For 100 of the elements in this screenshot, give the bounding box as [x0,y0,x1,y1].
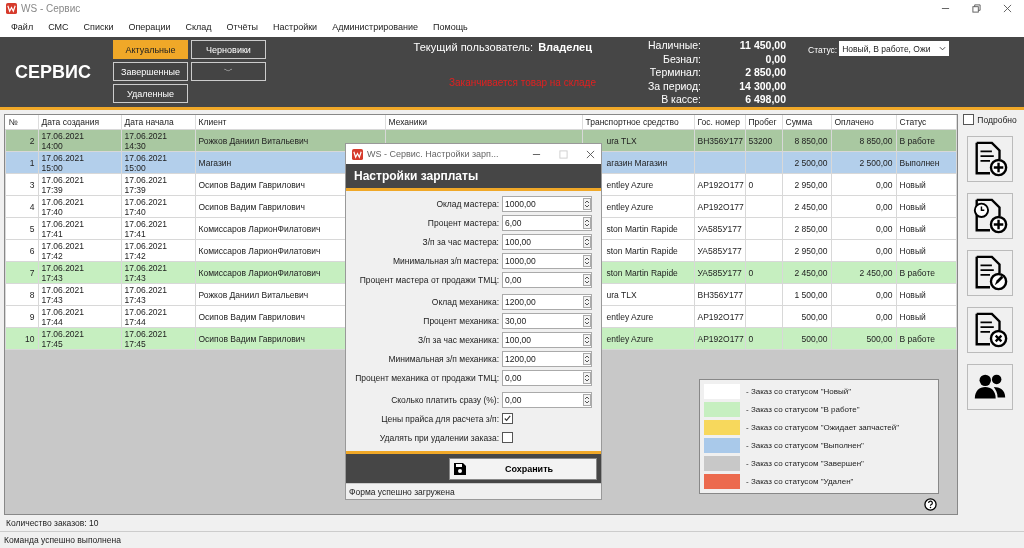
table-cell: 2 950,00 [782,173,831,196]
table-cell: Новый [896,217,957,240]
status-dropdown[interactable]: Новый, В работе, Ожи [839,41,950,56]
table-cell: Выполнен [896,151,957,174]
total-label: В кассе: [660,93,701,107]
new-order-button[interactable] [967,136,1013,182]
column-header[interactable]: Механики [385,115,582,130]
number-field[interactable]: 1200,00 [502,351,592,367]
dropdown-button[interactable]: ﹀ [191,62,266,81]
number-field[interactable]: 1000,00 [502,196,592,212]
table-cell: 17.06.2021 14:30 [124,130,168,151]
scheduled-order-button[interactable] [967,193,1013,239]
number-field[interactable]: 0,00 [502,392,592,408]
column-header[interactable]: Пробег [745,115,782,130]
spinner-arrows-icon[interactable] [583,372,591,384]
filter-button[interactable]: Удаленные [113,84,188,103]
spinner-arrows-icon[interactable] [583,394,591,406]
checkbox[interactable] [963,114,975,125]
table-cell: 0 [745,261,782,284]
spinner-arrows-icon[interactable] [583,236,591,248]
menu-item[interactable]: Настройки [273,22,318,32]
table-cell: 17.06.2021 17:41 [41,218,85,239]
table-cell: ВН356У177 [694,129,745,152]
field-label: З/п за час мастера: [421,237,500,247]
column-header[interactable]: № [5,115,38,130]
number-field[interactable]: 1000,00 [502,253,592,269]
table-cell: 1 500,00 [782,283,831,306]
column-header[interactable]: Оплачено [831,115,896,130]
number-field[interactable]: 0,00 [502,370,592,386]
app-heading: СЕРВИС [14,61,92,83]
table-cell: 17.06.2021 14:00 [41,130,85,151]
field-label: Процент механика: [422,316,500,326]
spinner-arrows-icon[interactable] [583,353,591,365]
table-cell: 2 500,00 [782,151,831,174]
number-field[interactable]: 1200,00 [502,294,592,310]
column-header[interactable]: Сумма [782,115,831,130]
column-header[interactable]: Транспортное средство [582,115,694,130]
column-header[interactable]: Гос. номер [694,115,745,130]
legend-label: - Заказ со статусом "Удален" [746,477,854,486]
number-field[interactable]: 6,00 [502,215,592,231]
table-cell: Новый [896,195,957,218]
number-field[interactable]: 100,00 [502,234,592,250]
spinner-arrows-icon[interactable] [583,255,591,267]
table-cell: 17.06.2021 17:39 [41,174,85,195]
field-label: Сколько платить сразу (%): [390,395,500,405]
table-cell: Новый [896,305,957,328]
number-field[interactable]: 100,00 [502,332,592,348]
column-header[interactable]: Дата начала [121,115,195,130]
app-logo-icon [352,148,363,160]
restore-icon[interactable] [972,4,981,13]
edit-order-button[interactable] [967,250,1013,296]
menu-item[interactable]: СМС [48,22,69,32]
table-cell: 500,00 [782,305,831,328]
save-button[interactable]: Сохранить [449,457,597,480]
filter-button[interactable]: Актуальные [113,40,188,59]
spinner-arrows-icon[interactable] [583,274,591,286]
total-value: 0,00 [764,52,786,67]
close-icon[interactable] [586,149,595,159]
field-label: Удалять при удалении заказа: [378,433,500,443]
field-label: Цены прайса для расчета з/п: [380,414,500,424]
field-label: Процент механика от продажи ТМЦ: [354,373,500,383]
menu-item[interactable]: Файл [11,22,34,32]
table-cell: 17.06.2021 17:44 [124,306,168,327]
table-cell: 2 850,00 [782,217,831,240]
table-cell: 2 950,00 [782,239,831,262]
number-field[interactable]: 30,00 [502,313,592,329]
column-header[interactable]: Статус [896,115,957,130]
field-label: Процент мастера: [426,218,500,228]
filter-button[interactable]: Черновики [191,40,266,59]
table-cell: 0,00 [831,195,896,218]
total-value: 14 300,00 [738,79,786,94]
total-label: Терминал: [648,66,701,80]
column-header[interactable]: Дата создания [38,115,121,130]
table-cell: АР192О177 [694,305,745,328]
number-field[interactable]: 0,00 [502,272,592,288]
spinner-arrows-icon[interactable] [583,334,591,346]
clients-button[interactable] [967,364,1013,410]
checkbox[interactable] [502,431,513,443]
menu-item[interactable]: Склад [185,22,212,32]
table-cell: 7 [5,261,38,284]
spinner-arrows-icon[interactable] [583,198,591,210]
filter-button[interactable]: Завершенные [113,62,188,81]
total-value: 2 850,00 [744,66,786,80]
spinner-arrows-icon[interactable] [583,217,591,229]
table-cell: 17.06.2021 17:44 [41,306,85,327]
table-cell: 4 [5,195,38,218]
menu-item[interactable]: Помощь [432,22,468,32]
delete-order-button[interactable] [967,307,1013,353]
menu-item[interactable]: Операции [128,22,171,32]
column-header[interactable]: Клиент [195,115,385,130]
spinner-arrows-icon[interactable] [583,296,591,308]
close-icon[interactable] [1003,4,1012,13]
menu-item[interactable]: Администрирование [332,22,418,32]
checkbox[interactable] [502,413,513,424]
total-value: 11 450,00 [738,39,786,53]
maximize-icon [559,149,568,159]
menu-item[interactable]: Отчёты [226,22,258,32]
spinner-arrows-icon[interactable] [583,315,591,327]
menu-item[interactable]: Списки [83,22,114,32]
help-icon[interactable] [924,498,937,511]
